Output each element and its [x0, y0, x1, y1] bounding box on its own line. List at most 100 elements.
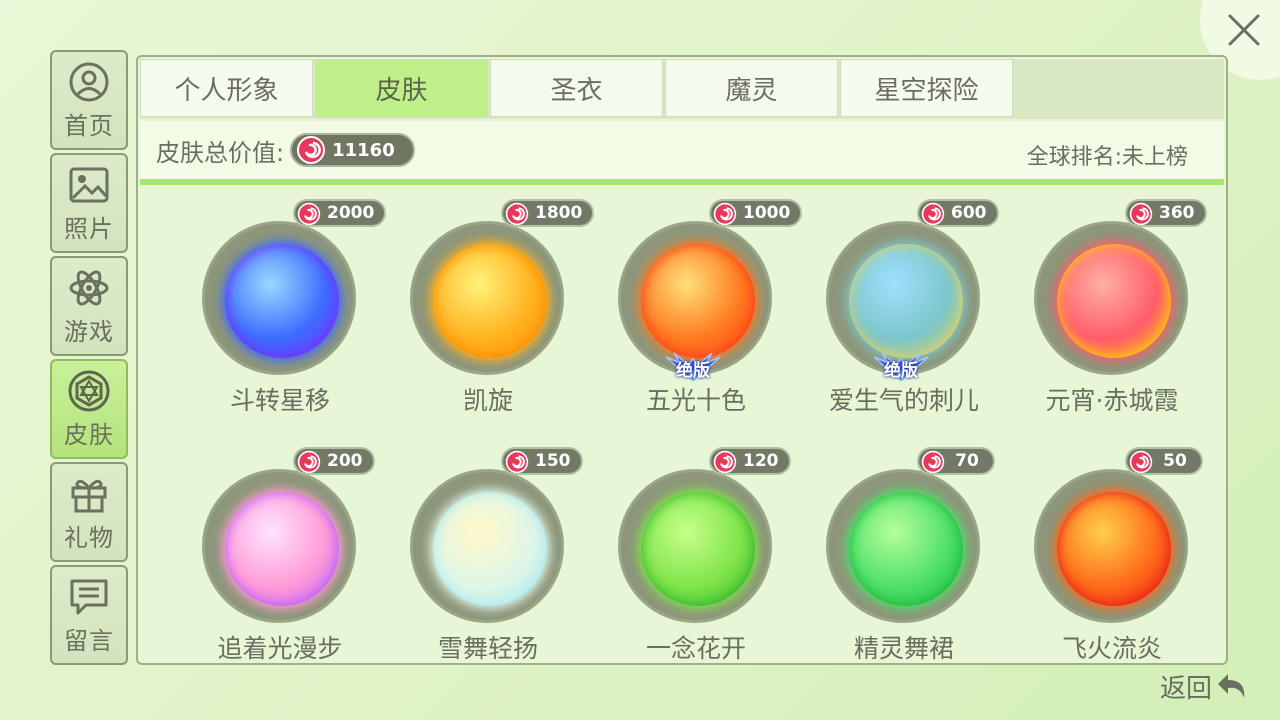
skin-frame [826, 469, 980, 623]
sidebar-item-gifts[interactable]: 礼物 [50, 462, 128, 562]
tab-bar: 个人形象 皮肤 圣衣 魔灵 星空探险 [140, 59, 1224, 119]
candy-coin-icon [505, 202, 529, 226]
candy-coin-icon [921, 450, 945, 474]
candy-coin-icon [1129, 450, 1153, 474]
skin-frame [410, 221, 564, 375]
skin-price: 200 [327, 451, 363, 471]
sidebar-item-games[interactable]: 游戏 [50, 256, 128, 356]
limited-edition-badge: 绝版 [662, 351, 724, 385]
skin-price-badge: 2000 [293, 199, 387, 227]
candy-coin-icon [297, 450, 321, 474]
skin-frame [1034, 469, 1188, 623]
tab-holy-cloth[interactable]: 圣衣 [490, 59, 663, 117]
skin-item[interactable]: 50 飞火流炎 [1002, 439, 1203, 663]
skin-name: 凯旋 [462, 386, 513, 415]
tab-skins[interactable]: 皮肤 [315, 59, 488, 117]
atom-icon [67, 266, 111, 310]
skin-price: 70 [955, 451, 979, 471]
skin-price: 150 [535, 451, 571, 471]
limited-edition-badge: 绝版 [870, 351, 932, 385]
return-arrow-icon [1218, 674, 1245, 698]
skin-name: 五光十色 [645, 386, 746, 415]
candy-coin-icon [921, 202, 945, 226]
skin-summary-bar: 皮肤总价值: 11160 全球排名:未上榜 [140, 121, 1224, 185]
tab-profile[interactable]: 个人形象 [140, 59, 313, 117]
skin-item[interactable]: 1800 凯旋 [378, 191, 595, 421]
sidebar-item-label: 照片 [64, 214, 114, 243]
skin-price-badge: 200 [293, 447, 375, 475]
sidebar-item-label: 礼物 [64, 523, 114, 552]
skin-name: 飞火流炎 [1061, 634, 1162, 663]
skin-panel: 个人形象 皮肤 圣衣 魔灵 星空探险 皮肤总价值: 11160 全球排名:未上榜… [136, 55, 1228, 665]
skin-orb-image [225, 244, 339, 358]
gift-icon [67, 472, 111, 516]
skin-price-badge: 1000 [709, 199, 803, 227]
skin-orb-image [1057, 244, 1171, 358]
skin-item[interactable]: 150 雪舞轻扬 [378, 439, 583, 663]
candy-coin-icon [1129, 202, 1153, 226]
skin-name: 一念花开 [645, 634, 746, 663]
skin-frame [1034, 221, 1188, 375]
skin-orb-image [433, 492, 547, 606]
skin-frame [202, 469, 356, 623]
skin-item[interactable]: 70 精灵舞裙 [794, 439, 995, 663]
skin-item[interactable]: 1000 绝版五光十色 [586, 191, 803, 421]
sidebar-item-label: 游戏 [64, 317, 114, 346]
candy-coin-icon [505, 450, 529, 474]
skin-orb-image [849, 244, 963, 358]
skin-item[interactable]: 200 追着光漫步 [170, 439, 375, 663]
tab-star-exploration[interactable]: 星空探险 [840, 59, 1013, 117]
skin-orb-image [641, 244, 755, 358]
user-circle-icon [67, 60, 111, 104]
sidebar-nav: 首页 照片 游戏 皮肤 礼物 留言 [50, 50, 128, 668]
skin-item[interactable]: 360 元宵·赤城霞 [1002, 191, 1207, 421]
skin-orb-image [433, 244, 547, 358]
total-value-label: 皮肤总价值: [156, 138, 285, 167]
sidebar-item-skins[interactable]: 皮肤 [50, 359, 128, 459]
skin-name: 精灵舞裙 [853, 634, 954, 663]
skin-ring-icon [67, 369, 111, 413]
skin-item[interactable]: 600 绝版爱生气的刺儿 [794, 191, 999, 421]
skin-name: 爱生气的刺儿 [828, 386, 979, 415]
back-button[interactable]: 返回 [1160, 666, 1250, 706]
back-label: 返回 [1159, 673, 1212, 704]
skin-price-badge: 600 [917, 199, 999, 227]
skin-name: 元宵·赤城霞 [1045, 386, 1179, 415]
skin-price-badge: 150 [501, 447, 583, 475]
skin-price-badge: 1800 [501, 199, 595, 227]
close-button[interactable] [1222, 8, 1266, 52]
tab-spirits[interactable]: 魔灵 [665, 59, 838, 117]
badge-label: 绝版 [884, 360, 918, 381]
skin-price: 2000 [327, 203, 375, 223]
photo-icon [67, 163, 111, 207]
skin-orb-image [641, 492, 755, 606]
candy-coin-icon [297, 136, 326, 164]
candy-coin-icon [713, 450, 737, 474]
skin-price: 120 [743, 451, 779, 471]
total-value-number: 11160 [332, 139, 395, 161]
sidebar-item-label: 皮肤 [64, 420, 114, 449]
skin-price: 1800 [535, 203, 583, 223]
sidebar-item-label: 留言 [64, 626, 114, 655]
candy-coin-icon [297, 202, 321, 226]
skin-name: 斗转星移 [229, 386, 330, 415]
sidebar-item-photos[interactable]: 照片 [50, 153, 128, 253]
skin-price: 50 [1163, 451, 1187, 471]
sidebar-item-messages[interactable]: 留言 [50, 565, 128, 665]
skin-price-badge: 120 [709, 447, 791, 475]
candy-coin-icon [713, 202, 737, 226]
global-rank-text: 全球排名:未上榜 [1026, 145, 1188, 170]
total-value-badge: 11160 [290, 133, 415, 167]
skin-frame [618, 469, 772, 623]
skin-price: 600 [951, 203, 987, 223]
skin-name: 追着光漫步 [217, 634, 343, 663]
skin-orb-image [225, 492, 339, 606]
sidebar-item-home[interactable]: 首页 [50, 50, 128, 150]
badge-label: 绝版 [676, 360, 710, 381]
skin-orb-image [849, 492, 963, 606]
skin-name: 雪舞轻扬 [437, 634, 538, 663]
skin-item[interactable]: 120 一念花开 [586, 439, 791, 663]
skin-price-badge: 50 [1125, 447, 1203, 475]
message-icon [67, 575, 111, 619]
skin-item[interactable]: 2000 斗转星移 [170, 191, 387, 421]
